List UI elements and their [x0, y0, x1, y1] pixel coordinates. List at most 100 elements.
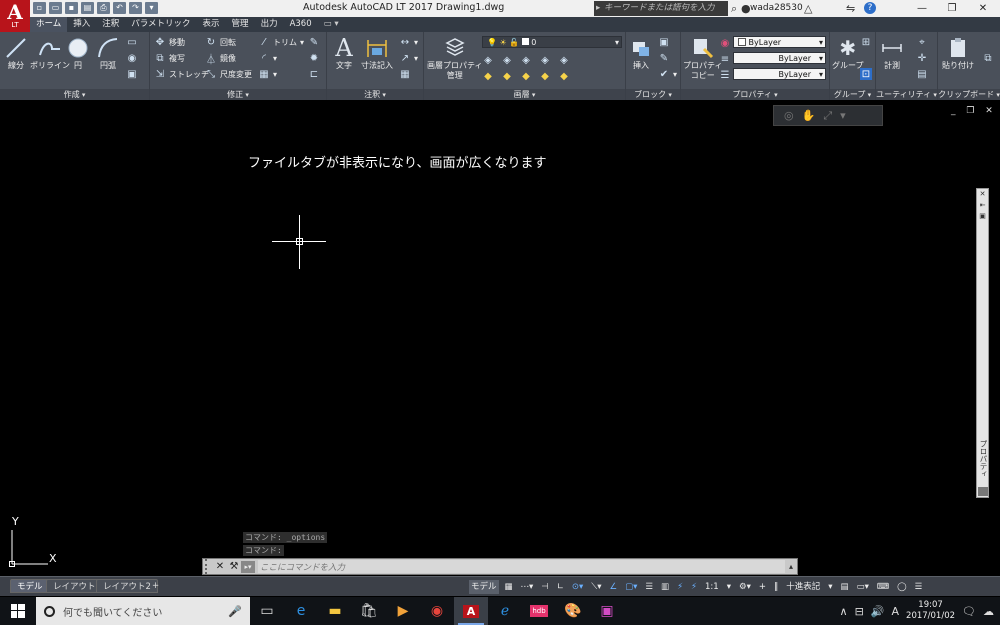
windows-start-button[interactable]: [0, 597, 36, 625]
tray-expand-icon[interactable]: ∧: [840, 605, 848, 618]
tab-parametric[interactable]: パラメトリック: [125, 17, 196, 32]
store-icon[interactable]: 🛍: [352, 597, 386, 625]
graphics-performance-icon[interactable]: ▭▾: [855, 580, 871, 594]
auto-scale-icon[interactable]: ⚡: [689, 580, 699, 594]
lineweight-tool[interactable]: ≡: [719, 52, 731, 66]
match-properties-button[interactable]: プロパティ コピー: [683, 35, 723, 81]
taskbar-clock[interactable]: 19:07 2017/01/02: [906, 600, 955, 622]
command-input[interactable]: [258, 560, 785, 573]
utilities-panel-title[interactable]: ユーティリティ: [876, 89, 937, 100]
polyline-button[interactable]: ポリライン: [30, 35, 70, 71]
hatch-tool[interactable]: ◉: [126, 51, 138, 65]
copy-clip-tool[interactable]: ⧉: [982, 51, 994, 65]
save-icon[interactable]: ▪: [65, 2, 78, 14]
annotation-monitor-icon[interactable]: +: [757, 580, 768, 594]
clean-screen-icon[interactable]: ⌨: [875, 580, 891, 594]
layer-unlock-icon[interactable]: ◆: [539, 70, 551, 82]
properties-panel-title[interactable]: プロパティ: [681, 89, 829, 100]
layer-lock-icon[interactable]: ◈: [539, 54, 551, 66]
linetype-dropdown[interactable]: ByLayer: [733, 68, 826, 81]
maximize-button[interactable]: ❐: [937, 0, 967, 17]
explode-button[interactable]: ✹: [308, 51, 320, 65]
layer-thaw-icon[interactable]: ◆: [520, 70, 532, 82]
ribbon-minimize-toggle[interactable]: ▭ ▾: [318, 17, 345, 32]
tab-model[interactable]: モデル: [10, 579, 50, 593]
command-line-grip[interactable]: [205, 559, 213, 574]
infer-constraints-icon[interactable]: ⊣: [539, 580, 550, 594]
steering-wheel-icon[interactable]: ◎: [784, 109, 794, 122]
create-block-tool[interactable]: ▣: [658, 35, 670, 49]
workspace-gear-icon[interactable]: ⚙▾: [737, 580, 753, 594]
region-tool[interactable]: ▣: [126, 67, 138, 81]
orbit-icon[interactable]: ▾: [840, 109, 846, 122]
tab-home[interactable]: ホーム: [30, 17, 68, 32]
clipboard-panel-title[interactable]: クリップボード: [938, 89, 1000, 100]
modify-panel-title[interactable]: 修正: [150, 89, 326, 100]
viewport-window-controls[interactable]: _ ❐ ✕: [951, 106, 997, 116]
command-prompt-icon[interactable]: ▸▾: [241, 560, 255, 573]
erase-button[interactable]: ✎: [308, 35, 320, 49]
notification-center-icon[interactable]: 🗨: [962, 605, 976, 618]
annotation-panel-title[interactable]: 注釈: [327, 89, 423, 100]
command-close-icon[interactable]: ✕: [213, 561, 227, 572]
text-button[interactable]: A 文字: [331, 34, 357, 71]
network-icon[interactable]: ⊟: [855, 605, 864, 618]
pan-hand-icon[interactable]: ✋: [802, 109, 816, 122]
layer-make-current-icon[interactable]: ◈: [558, 54, 570, 66]
annotation-scale[interactable]: 1:1: [703, 580, 721, 594]
color-dropdown[interactable]: ByLayer: [733, 36, 826, 49]
units-display[interactable]: 十進表記: [784, 580, 822, 594]
drawing-canvas[interactable]: [0, 101, 1000, 576]
group-selection-tool[interactable]: ⊡: [860, 67, 872, 81]
paint-app-icon[interactable]: 🎨: [556, 597, 590, 625]
add-layout-button[interactable]: +: [146, 579, 165, 593]
array-button[interactable]: ▦ ▾: [258, 67, 277, 81]
internet-explorer-icon[interactable]: ℯ: [488, 597, 522, 625]
save-as-icon[interactable]: ▤: [81, 2, 94, 14]
dimension-button[interactable]: 寸法記入: [361, 35, 393, 71]
hdb-app-icon[interactable]: hdb: [522, 597, 556, 625]
object-snap-icon[interactable]: ▢▾: [623, 580, 639, 594]
circle-button[interactable]: 円: [65, 35, 91, 71]
move-button[interactable]: ✥ 移動: [154, 35, 185, 49]
insert-block-button[interactable]: 挿入: [628, 35, 654, 71]
autocad-taskbar-icon[interactable]: A: [454, 597, 488, 625]
units-dropdown-icon[interactable]: ▾: [826, 580, 834, 594]
tab-a360[interactable]: A360: [284, 17, 318, 32]
linetype-tool[interactable]: ☰: [719, 68, 731, 82]
arc-button[interactable]: 円弧: [95, 35, 121, 71]
media-player-icon[interactable]: ▶: [386, 597, 420, 625]
photo-app-icon[interactable]: ▣: [590, 597, 624, 625]
customization-menu-icon[interactable]: ☰: [913, 580, 925, 594]
help-icon[interactable]: ?: [864, 2, 876, 14]
layer-unisolate-icon[interactable]: ◆: [501, 70, 513, 82]
scale-button[interactable]: ⤡ 尺度変更: [205, 67, 252, 81]
stretch-button[interactable]: ⇲ ストレッチ: [154, 67, 209, 81]
tab-output[interactable]: 出力: [255, 17, 284, 32]
layer-isolate-icon[interactable]: ◈: [501, 54, 513, 66]
scale-dropdown-icon[interactable]: ▾: [725, 580, 733, 594]
tab-manage[interactable]: 管理: [226, 17, 255, 32]
annotation-visibility-icon[interactable]: ⚡: [675, 580, 685, 594]
isodraft-icon[interactable]: ⟍▾: [589, 580, 603, 594]
point-tool[interactable]: ✛: [916, 51, 928, 65]
chrome-icon[interactable]: ◉: [420, 597, 454, 625]
zoom-extents-icon[interactable]: ⤢: [823, 109, 832, 123]
microphone-icon[interactable]: 🎤: [228, 605, 242, 618]
palette-autohide-icon[interactable]: ⇤: [977, 200, 988, 211]
leader-tool[interactable]: ↗ ▾: [399, 51, 418, 65]
isolate-objects-icon[interactable]: ◯: [895, 580, 909, 594]
keyword-search-input[interactable]: キーワードまたは語句を入力: [594, 1, 728, 16]
edit-block-tool[interactable]: ✎: [658, 51, 670, 65]
line-button[interactable]: 線分: [3, 35, 29, 71]
mirror-button[interactable]: ⏃ 鏡像: [205, 51, 236, 66]
transparency-icon[interactable]: ▥: [659, 580, 671, 594]
palette-properties-icon[interactable]: [978, 487, 988, 496]
tab-annotate[interactable]: 注釈: [96, 17, 125, 32]
layer-freeze-icon[interactable]: ◈: [520, 54, 532, 66]
color-wheel-tool[interactable]: ◉: [719, 36, 731, 50]
quick-properties-icon[interactable]: ▤: [839, 580, 851, 594]
close-button[interactable]: ✕: [968, 0, 998, 17]
weather-cloud-icon[interactable]: ☁: [983, 605, 994, 618]
polar-tracking-icon[interactable]: ⊙▾: [570, 580, 585, 594]
